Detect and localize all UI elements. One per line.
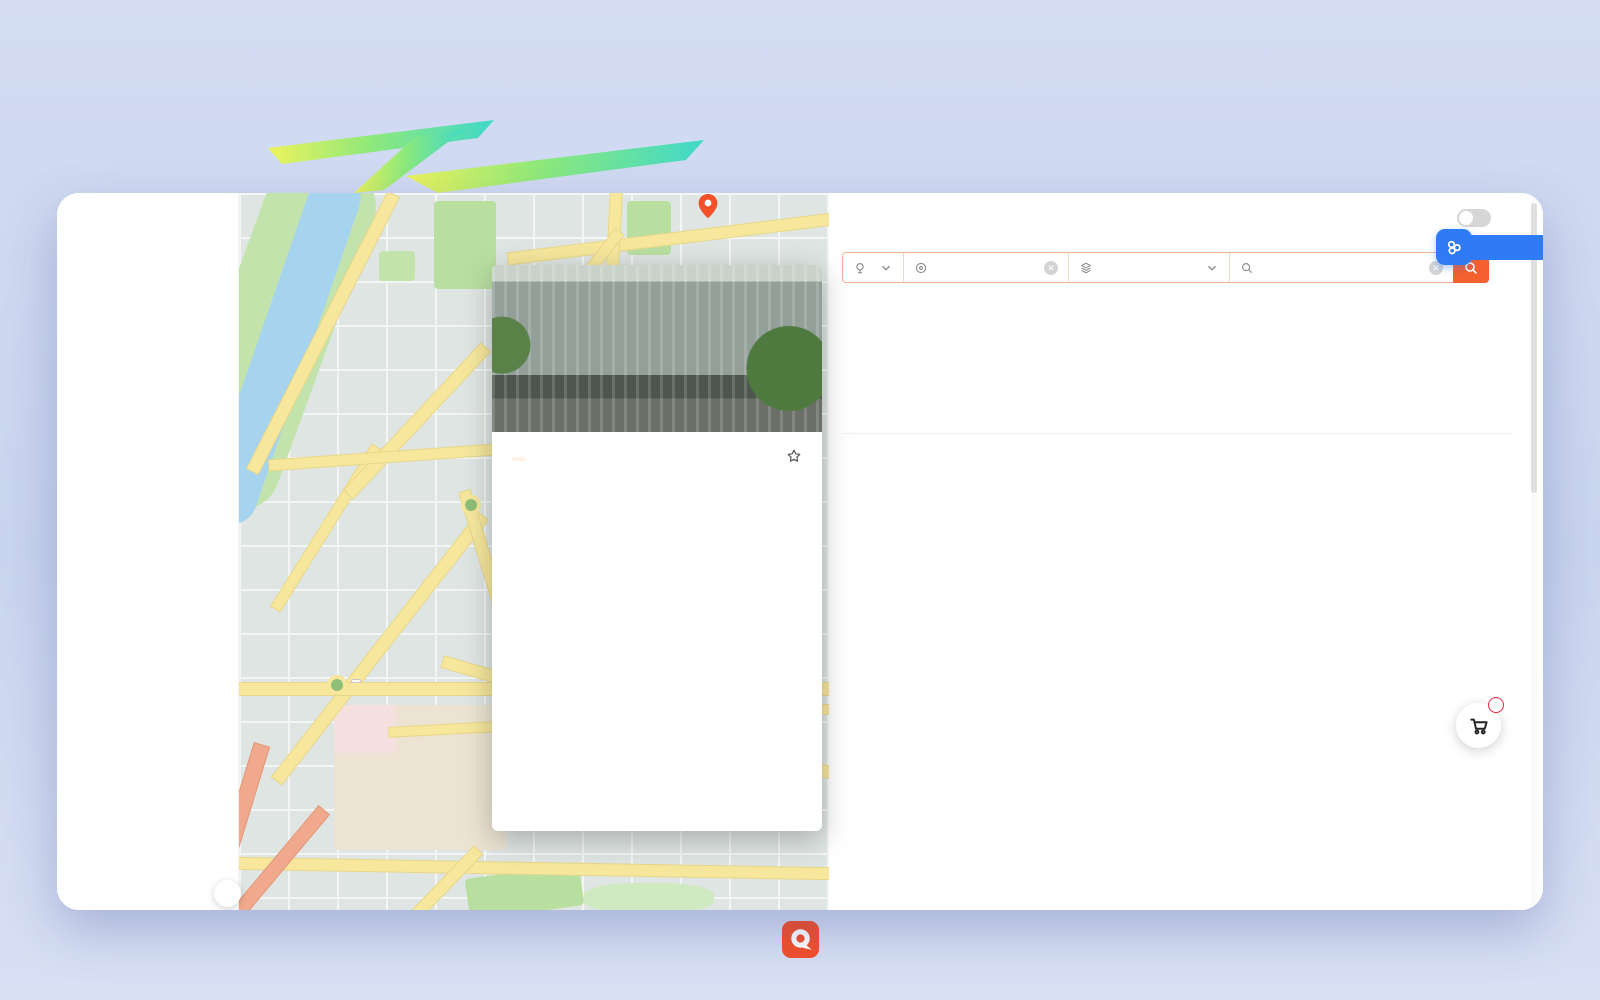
cart-icon — [1468, 715, 1489, 736]
popup-buttons — [512, 484, 802, 500]
clear-icon[interactable]: ✕ — [1044, 261, 1058, 275]
cart-button[interactable] — [1456, 703, 1501, 748]
search-bar: ✕ ✕ — [842, 252, 1489, 283]
panel-scrollbar[interactable] — [1531, 199, 1537, 904]
map-hospital — [334, 705, 396, 753]
cluster-icon — [1436, 229, 1472, 265]
drag-badge[interactable] — [1436, 229, 1543, 265]
divider — [842, 433, 1513, 434]
count-select[interactable] — [1069, 253, 1229, 282]
business-popup-card — [492, 265, 822, 831]
chevron-down-icon — [1205, 261, 1219, 275]
dedupe-toggle[interactable] — [1457, 209, 1491, 227]
results-toolbar — [842, 448, 1513, 482]
brand-logo-icon — [782, 921, 819, 958]
business-category-tag — [512, 457, 526, 461]
business-photo — [492, 265, 822, 432]
location-icon — [914, 261, 928, 275]
keyword-input[interactable]: ✕ — [1230, 253, 1453, 282]
results-panel: ✕ ✕ — [829, 193, 1543, 910]
title-underline-swoosh — [266, 98, 736, 193]
map-park — [379, 251, 415, 281]
map-location-marker — [697, 193, 719, 219]
map-roundabout — [461, 495, 481, 515]
layers-icon — [1079, 261, 1093, 275]
map-park — [434, 201, 496, 289]
region-search-select[interactable] — [843, 253, 903, 282]
target-icon — [853, 261, 867, 275]
map-roundabout — [327, 675, 347, 695]
footer — [0, 921, 1600, 958]
star-icon — [786, 448, 802, 464]
drag-badge-label — [1468, 235, 1543, 260]
app-window: ✕ ✕ — [57, 193, 1543, 910]
results-list — [829, 538, 1529, 910]
sidebar-collapse-button[interactable] — [214, 880, 241, 907]
map-park — [584, 883, 714, 910]
cart-badge — [1488, 697, 1504, 713]
sidebar — [57, 193, 239, 910]
route-badge — [351, 679, 361, 683]
search-icon — [1240, 261, 1254, 275]
favorite-button[interactable] — [786, 448, 802, 466]
country-filter[interactable]: ✕ — [904, 253, 1068, 282]
chevron-down-icon — [879, 261, 893, 275]
